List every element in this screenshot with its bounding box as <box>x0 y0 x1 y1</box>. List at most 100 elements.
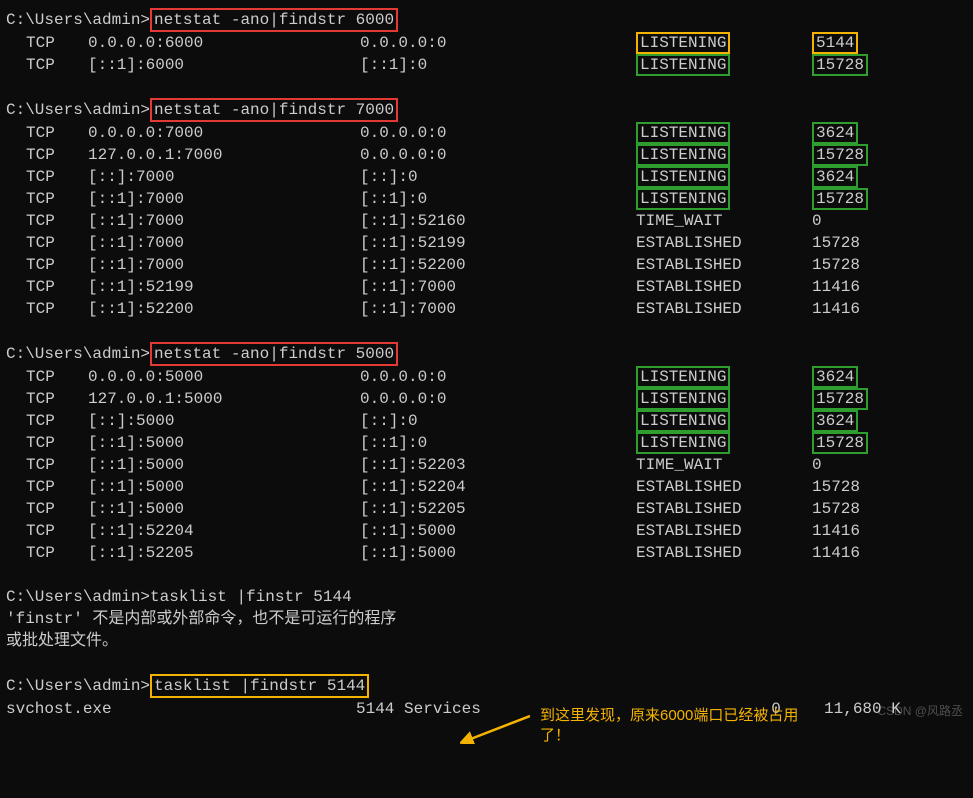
prompt-line[interactable]: C:\Users\admin>netstat -ano|findstr 7000 <box>6 98 967 122</box>
error-line: 'finstr' 不是内部或外部命令，也不是可运行的程序 <box>6 608 967 630</box>
highlight-green: LISTENING <box>636 54 730 76</box>
highlight-green: LISTENING <box>636 366 730 388</box>
command-text: netstat -ano|findstr 6000 <box>150 11 398 29</box>
netstat-local: [::1]:52205 <box>88 542 360 564</box>
netstat-pid: 3624 <box>812 166 858 188</box>
netstat-pid: 0 <box>812 454 822 476</box>
prompt-line[interactable]: C:\Users\admin>tasklist |findstr 5144 <box>6 674 967 698</box>
netstat-local: [::1]:7000 <box>88 210 360 232</box>
netstat-state: LISTENING <box>636 388 812 410</box>
highlight-green: LISTENING <box>636 144 730 166</box>
netstat-local: [::1]:52199 <box>88 276 360 298</box>
netstat-pid: 15728 <box>812 188 868 210</box>
netstat-proto: TCP <box>6 298 88 320</box>
netstat-row: TCP[::1]:52199[::1]:7000ESTABLISHED11416 <box>6 276 967 298</box>
netstat-remote: [::]:0 <box>360 410 636 432</box>
netstat-row: TCP[::1]:5000[::1]:52204ESTABLISHED15728 <box>6 476 967 498</box>
netstat-proto: TCP <box>6 476 88 498</box>
netstat-remote: 0.0.0.0:0 <box>360 122 636 144</box>
netstat-local: [::1]:52204 <box>88 520 360 542</box>
netstat-pid: 3624 <box>812 122 858 144</box>
netstat-local: [::1]:5000 <box>88 498 360 520</box>
netstat-remote: [::1]:52199 <box>360 232 636 254</box>
highlight-yellow: LISTENING <box>636 32 730 54</box>
netstat-proto: TCP <box>6 188 88 210</box>
netstat-remote: [::1]:5000 <box>360 520 636 542</box>
netstat-row: TCP[::1]:5000[::1]:0LISTENING 15728 <box>6 432 967 454</box>
netstat-row: TCP0.0.0.0:50000.0.0.0:0LISTENING3624 <box>6 366 967 388</box>
netstat-state: LISTENING <box>636 366 812 388</box>
highlight-green: LISTENING <box>636 166 730 188</box>
netstat-state: ESTABLISHED <box>636 276 812 298</box>
netstat-local: [::]:5000 <box>88 410 360 432</box>
netstat-state: TIME_WAIT <box>636 210 812 232</box>
netstat-pid: 3624 <box>812 410 858 432</box>
netstat-remote: [::1]:52200 <box>360 254 636 276</box>
netstat-row: TCP[::1]:7000[::1]:52199ESTABLISHED15728 <box>6 232 967 254</box>
netstat-pid: 15728 <box>812 232 860 254</box>
prompt-line[interactable]: C:\Users\admin>netstat -ano|findstr 6000 <box>6 8 967 32</box>
netstat-state: ESTABLISHED <box>636 520 812 542</box>
netstat-proto: TCP <box>6 54 88 76</box>
highlight-yellow: 5144 <box>812 32 858 54</box>
highlight-green: 15728 <box>812 188 868 210</box>
prompt-line[interactable]: C:\Users\admin>netstat -ano|findstr 5000 <box>6 342 967 366</box>
prompt: C:\Users\admin> <box>6 11 150 29</box>
highlight-green: LISTENING <box>636 432 730 454</box>
netstat-state: ESTABLISHED <box>636 232 812 254</box>
highlight-green: 15728 <box>812 54 868 76</box>
netstat-proto: TCP <box>6 232 88 254</box>
blank-line <box>6 320 967 342</box>
netstat-pid: 11416 <box>812 542 860 564</box>
netstat-proto: TCP <box>6 432 88 454</box>
netstat-row: TCP[::1]:52205[::1]:5000ESTABLISHED11416 <box>6 542 967 564</box>
highlight-green: LISTENING <box>636 388 730 410</box>
netstat-remote: [::1]:5000 <box>360 542 636 564</box>
netstat-proto: TCP <box>6 276 88 298</box>
netstat-pid: 11416 <box>812 298 860 320</box>
netstat-row: TCP127.0.0.1:70000.0.0.0:0LISTENING15728 <box>6 144 967 166</box>
netstat-local: [::1]:5000 <box>88 476 360 498</box>
netstat-row: TCP[::1]:5000[::1]:52205ESTABLISHED15728 <box>6 498 967 520</box>
command-box: netstat -ano|findstr 5000 <box>150 342 398 366</box>
netstat-state: TIME_WAIT <box>636 454 812 476</box>
netstat-state: ESTABLISHED <box>636 542 812 564</box>
netstat-state: LISTENING <box>636 144 812 166</box>
netstat-pid: 11416 <box>812 520 860 542</box>
highlight-green: LISTENING <box>636 410 730 432</box>
netstat-state: LISTENING <box>636 32 812 54</box>
netstat-proto: TCP <box>6 410 88 432</box>
netstat-local: 127.0.0.1:5000 <box>88 388 360 410</box>
netstat-remote: [::1]:52205 <box>360 498 636 520</box>
netstat-state: ESTABLISHED <box>636 476 812 498</box>
netstat-row: TCP[::1]:5000[::1]:52203TIME_WAIT0 <box>6 454 967 476</box>
netstat-local: 127.0.0.1:7000 <box>88 144 360 166</box>
netstat-pid: 5144 <box>812 32 858 54</box>
netstat-row: TCP[::1]:52204[::1]:5000ESTABLISHED11416 <box>6 520 967 542</box>
netstat-proto: TCP <box>6 520 88 542</box>
command-text: tasklist |findstr 5144 <box>150 677 369 695</box>
netstat-row: TCP127.0.0.1:50000.0.0.0:0LISTENING15728 <box>6 388 967 410</box>
netstat-row: TCP0.0.0.0:60000.0.0.0:0LISTENING5144 <box>6 32 967 54</box>
netstat-remote: 0.0.0.0:0 <box>360 366 636 388</box>
prompt-line[interactable]: C:\Users\admin>tasklist |finstr 5144 <box>6 586 967 608</box>
netstat-row: TCP[::1]:6000[::1]:0LISTENING15728 <box>6 54 967 76</box>
netstat-local: [::1]:7000 <box>88 188 360 210</box>
netstat-remote: [::1]:7000 <box>360 298 636 320</box>
terminal-output[interactable]: C:\Users\admin>netstat -ano|findstr 6000… <box>6 8 967 720</box>
blank-line <box>6 564 967 586</box>
highlight-green: 15728 <box>812 432 868 454</box>
prompt: C:\Users\admin> <box>6 588 150 606</box>
netstat-remote: [::1]:0 <box>360 432 636 454</box>
netstat-remote: 0.0.0.0:0 <box>360 32 636 54</box>
netstat-remote: [::1]:0 <box>360 188 636 210</box>
netstat-proto: TCP <box>6 454 88 476</box>
netstat-pid: 15728 <box>812 254 860 276</box>
netstat-local: [::1]:5000 <box>88 432 360 454</box>
netstat-row: TCP[::1]:52200[::1]:7000ESTABLISHED11416 <box>6 298 967 320</box>
netstat-remote: [::1]:52160 <box>360 210 636 232</box>
netstat-state: LISTENING <box>636 410 812 432</box>
netstat-remote: [::1]:0 <box>360 54 636 76</box>
netstat-local: 0.0.0.0:7000 <box>88 122 360 144</box>
netstat-local: [::1]:7000 <box>88 232 360 254</box>
